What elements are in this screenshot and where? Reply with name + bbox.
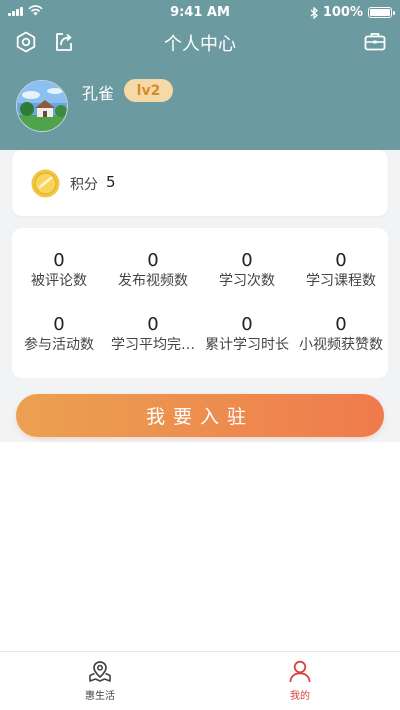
toolbox-icon[interactable] [363,30,387,54]
stat-value: 0 [53,250,65,271]
tab-mine[interactable]: 我的 [260,658,340,702]
status-bar: 9:41 AM 100% [0,0,400,24]
stat-value: 0 [147,250,159,271]
stat-video-likes[interactable]: 0 小视频获赞数 [294,314,388,354]
stat-value: 0 [53,314,65,335]
points-card[interactable]: 积分 5 [12,150,388,216]
avatar[interactable] [16,80,68,132]
stat-label: 学习次数 [219,273,275,289]
stat-value: 0 [335,250,347,271]
battery-percent: 100% [322,5,363,20]
map-pin-icon [89,661,111,682]
stat-value: 0 [335,314,347,335]
tab-bar: 惠生活 我的 [0,651,400,710]
stat-label: 学习课程数 [306,273,376,289]
stat-label: 累计学习时长 [205,337,289,353]
stat-value: 0 [241,250,253,271]
join-button[interactable]: 我要入驻 [16,394,384,437]
tab-hui-life[interactable]: 惠生活 [60,658,140,702]
status-right: 100% [310,5,395,20]
battery-icon [368,7,395,18]
level-badge: lv2 [124,79,173,102]
stat-label: 小视频获赞数 [299,337,383,353]
coin-icon [31,169,60,198]
page-title: 个人中心 [164,34,236,55]
points-value: 5 [106,173,116,191]
nav-bar: 个人中心 [0,26,400,58]
stats-card: 0 被评论数 0 发布视频数 0 学习次数 0 学习课程数 0 参与活动数 0 … [12,228,388,378]
points-label: 积分 [70,177,98,193]
stat-label: 被评论数 [31,273,87,289]
bluetooth-icon [310,6,318,19]
stat-comments-received[interactable]: 0 被评论数 [12,250,106,290]
tab-label: 我的 [290,691,310,702]
stat-label: 参与活动数 [24,337,94,353]
stat-total-study-time[interactable]: 0 累计学习时长 [200,314,294,354]
stat-label: 学习平均完… [111,337,195,353]
username: 孔雀 [82,84,115,103]
stat-value: 0 [241,314,253,335]
stat-activities-joined[interactable]: 0 参与活动数 [12,314,106,354]
stat-videos-published[interactable]: 0 发布视频数 [106,250,200,290]
user-icon [289,660,311,683]
stat-study-count[interactable]: 0 学习次数 [200,250,294,290]
stat-label: 发布视频数 [118,273,188,289]
stat-courses-studied[interactable]: 0 学习课程数 [294,250,388,290]
stat-value: 0 [147,314,159,335]
avatar-image [17,81,67,131]
battery-fill [370,9,390,16]
tab-label: 惠生活 [85,691,115,702]
stat-average-completion[interactable]: 0 学习平均完… [106,314,200,354]
